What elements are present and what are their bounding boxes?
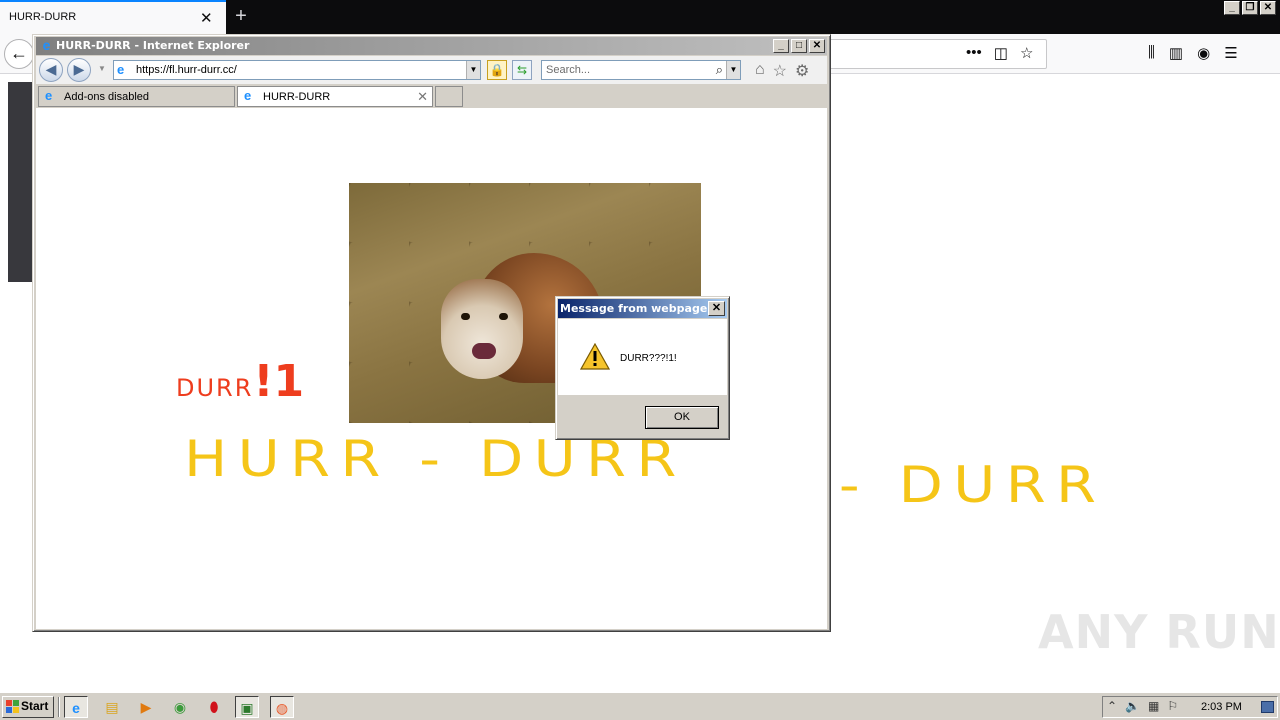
- chrome-taskbar-icon[interactable]: ◉: [168, 696, 192, 718]
- account-icon[interactable]: ◉: [1197, 44, 1210, 62]
- ie-forward-button[interactable]: ▶: [67, 58, 91, 82]
- ie-tab-icon: e: [45, 88, 53, 103]
- start-label: Start: [21, 699, 49, 713]
- gear-icon[interactable]: ⚙: [795, 61, 809, 81]
- ie-window-title: HURR-DURR - Internet Explorer: [56, 39, 250, 52]
- ie-tab-bar: e Add-ons disabled e HURR-DURR ✕: [36, 84, 827, 108]
- ie-caption-buttons: _ □ ✕: [773, 39, 825, 53]
- search-icon[interactable]: ⌕: [716, 62, 723, 78]
- taskbar: Start e ▤ ▶ ◉ ⬮ ▣ ◍ ⌃ 🔈 ▦ ⚐ 2:03 PM: [0, 692, 1280, 720]
- dialog-body: DURR???!1!: [558, 319, 727, 395]
- firefox-tab[interactable]: HURR-DURR ✕: [0, 0, 226, 34]
- warning-icon: [580, 343, 610, 370]
- show-hidden-icons-icon[interactable]: ⌃: [1107, 699, 1117, 713]
- durr-text: DURR: [176, 374, 254, 402]
- ie-close-button[interactable]: ✕: [809, 39, 825, 53]
- bookmark-star-icon[interactable]: ☆: [1020, 44, 1033, 62]
- sidebar-icon[interactable]: ▥: [1169, 44, 1183, 62]
- page-actions-menu-icon[interactable]: •••: [966, 44, 982, 62]
- pocket-icon[interactable]: ◫: [994, 44, 1008, 62]
- firefox-page-actions: ••• ◫ ☆: [966, 44, 1033, 62]
- dialog-title: Message from webpage: [560, 302, 708, 315]
- firefox-restore-button[interactable]: ❐: [1242, 1, 1258, 15]
- firefox-dark-panel: [8, 82, 32, 282]
- home-icon[interactable]: ⌂: [755, 61, 765, 81]
- firefox-toolbar-icons: ⫼ ▥ ◉ ☰: [1148, 44, 1238, 62]
- ie-maximize-button[interactable]: □: [791, 39, 807, 53]
- ie-tab-addons[interactable]: e Add-ons disabled: [38, 86, 235, 107]
- favorites-star-icon[interactable]: ☆: [773, 61, 787, 81]
- firefox-tabstrip: HURR-DURR ✕ + _ ❐ ✕: [0, 0, 1280, 34]
- anyrun-watermark: ANY RUN: [1038, 605, 1280, 659]
- firefox-tab-title: HURR-DURR: [9, 11, 77, 23]
- firefox-back-button[interactable]: ←: [4, 39, 34, 69]
- show-desktop-icon[interactable]: [1261, 701, 1274, 713]
- firefox-close-button[interactable]: ✕: [1260, 1, 1276, 15]
- history-dropdown-icon[interactable]: ▼: [98, 64, 106, 73]
- durr-heading: DURR!1: [176, 356, 304, 407]
- dialog-titlebar[interactable]: Message from webpage ✕: [558, 299, 727, 318]
- network-icon[interactable]: ▦: [1148, 699, 1159, 713]
- system-tray: ⌃ 🔈 ▦ ⚐ 2:03 PM: [1102, 696, 1278, 718]
- ie-address-bar[interactable]: e https://fl.hurr-durr.cc/ ▼: [113, 60, 481, 80]
- firefox-taskbar-icon[interactable]: ◍: [270, 696, 294, 718]
- firefox-minimize-button[interactable]: _: [1224, 1, 1240, 15]
- ie-back-button[interactable]: ◀: [39, 58, 63, 82]
- action-center-flag-icon[interactable]: ⚐: [1167, 699, 1178, 713]
- ie-logo-icon: e: [42, 37, 51, 53]
- ie-taskbar-icon[interactable]: e: [64, 696, 88, 718]
- start-button[interactable]: Start: [2, 696, 54, 718]
- desktop: HURR-DURR ✕ + _ ❐ ✕ ← ••• ◫ ☆ ⫼ ▥ ◉ ☰ R …: [0, 0, 1280, 720]
- taskbar-separator: [58, 697, 60, 717]
- ie-tab-icon: e: [244, 88, 252, 103]
- firefox-caption-buttons: _ ❐ ✕: [1224, 1, 1276, 15]
- tray-icons: ⌃ 🔈 ▦ ⚐: [1107, 699, 1178, 713]
- terminal-taskbar-icon[interactable]: ▣: [235, 696, 259, 718]
- ie-tab-close-icon[interactable]: ✕: [417, 89, 428, 105]
- ok-button[interactable]: OK: [645, 406, 719, 429]
- explorer-taskbar-icon[interactable]: ▤: [100, 696, 124, 718]
- hamburger-menu-icon[interactable]: ☰: [1224, 44, 1237, 62]
- search-dropdown-icon[interactable]: ▼: [726, 61, 740, 79]
- library-icon[interactable]: ⫼: [1148, 44, 1155, 62]
- ie-tab-label: Add-ons disabled: [64, 91, 150, 103]
- ie-new-tab-button[interactable]: [435, 86, 463, 107]
- forward-arrow-icon: ▶: [73, 61, 85, 77]
- ie-search-placeholder[interactable]: Search...: [546, 64, 590, 76]
- ie-page-icon: e: [117, 62, 125, 77]
- volume-icon[interactable]: 🔈: [1125, 699, 1140, 713]
- ie-tab-hurr-durr[interactable]: e HURR-DURR ✕: [237, 86, 433, 107]
- ie-titlebar[interactable]: e HURR-DURR - Internet Explorer _ □ ✕: [36, 37, 827, 55]
- back-arrow-icon: ◀: [45, 61, 57, 77]
- ie-tab-label: HURR-DURR: [263, 91, 331, 103]
- firefox-new-tab-button[interactable]: +: [228, 2, 254, 32]
- durr-exclaim: !1: [253, 356, 305, 407]
- ie-command-bar: ◀ ▶ ▼ e https://fl.hurr-durr.cc/ ▼ 🔒 ⇆ S…: [36, 56, 827, 84]
- opera-taskbar-icon[interactable]: ⬮: [202, 696, 226, 718]
- dialog-message: DURR???!1!: [620, 353, 677, 364]
- ie-search-box[interactable]: Search... ⌕ ▼: [541, 60, 741, 80]
- ie-toolbar-icons: ⌂ ☆ ⚙: [755, 61, 809, 81]
- refresh-icon[interactable]: ⇆: [512, 60, 532, 80]
- firefox-tab-close-icon[interactable]: ✕: [200, 9, 213, 27]
- ie-minimize-button[interactable]: _: [773, 39, 789, 53]
- security-lock-icon[interactable]: 🔒: [487, 60, 507, 80]
- clock[interactable]: 2:03 PM: [1201, 701, 1242, 713]
- address-dropdown-icon[interactable]: ▼: [466, 61, 480, 79]
- dialog-close-button[interactable]: ✕: [708, 301, 725, 316]
- message-dialog: Message from webpage ✕ DURR???!1! OK: [555, 296, 730, 440]
- windows-flag-icon: [6, 700, 19, 713]
- ie-address-text[interactable]: https://fl.hurr-durr.cc/: [136, 64, 237, 76]
- media-player-taskbar-icon[interactable]: ▶: [134, 696, 158, 718]
